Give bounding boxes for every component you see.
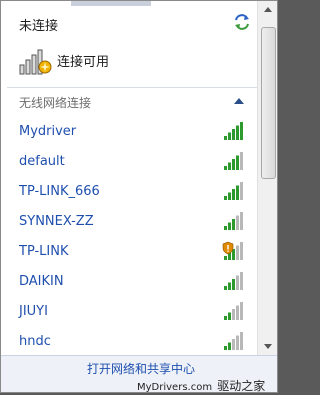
connections-available-label: 连接可用 — [57, 55, 110, 70]
network-item[interactable]: SYNNEX-ZZ — [1, 207, 257, 237]
scroll-up-arrow-icon[interactable] — [258, 1, 278, 18]
signal-strength-icon — [224, 182, 243, 200]
signal-strength-icon — [224, 272, 243, 290]
network-name: Mydriver — [19, 124, 77, 139]
signal-strength-icon — [224, 212, 243, 230]
blurred-header-area — [71, 1, 151, 6]
open-network-center-link[interactable]: 打开网络和共享中心 — [87, 360, 195, 377]
network-item[interactable]: JIUYI — [1, 297, 257, 327]
signal-strength-icon — [224, 122, 243, 140]
network-name: TP-LINK_666 — [19, 184, 100, 199]
network-item[interactable]: DAIKIN — [1, 267, 257, 297]
watermark-cn: 驱动之家 — [217, 379, 266, 393]
watermark-url: MyDrivers.com — [137, 382, 213, 393]
network-name: JIUYI — [19, 304, 48, 319]
watermark: MyDrivers.com 驱动之家 — [137, 377, 266, 393]
footer: 打开网络和共享中心 MyDrivers.com 驱动之家 — [1, 355, 277, 393]
signal-strength-icon — [224, 152, 243, 170]
network-name: TP-LINK — [19, 244, 69, 259]
chevron-up-icon[interactable] — [233, 96, 245, 106]
scrollbar[interactable] — [257, 1, 278, 355]
wireless-flyout: 未连接 连接可用 无线网络连接 Mydriver default TP-LINK_6… — [0, 0, 278, 393]
section-title-wireless: 无线网络连接 — [19, 96, 92, 110]
connection-status-title: 未连接 — [19, 19, 59, 34]
network-item[interactable]: TP-LINK_666 — [1, 177, 257, 207]
network-name: DAIKIN — [19, 274, 64, 289]
network-item[interactable]: default — [1, 147, 257, 177]
connections-available-icon — [19, 49, 52, 75]
network-item[interactable]: TP-LINK — [1, 237, 257, 267]
scroll-down-arrow-icon[interactable] — [258, 338, 278, 355]
scroll-thumb[interactable] — [261, 27, 276, 179]
network-list: Mydriver default TP-LINK_666 SYNNEX-ZZ TP-LI… — [1, 117, 257, 357]
divider — [7, 87, 257, 88]
secured-signal-strength-icon — [222, 241, 243, 260]
signal-strength-icon — [224, 302, 243, 320]
network-item[interactable]: hndc — [1, 327, 257, 357]
network-name: default — [19, 154, 65, 169]
signal-strength-icon — [224, 332, 243, 350]
refresh-icon[interactable] — [233, 13, 251, 31]
network-name: hndc — [19, 334, 51, 349]
network-name: SYNNEX-ZZ — [19, 214, 94, 229]
network-item[interactable]: Mydriver — [1, 117, 257, 147]
